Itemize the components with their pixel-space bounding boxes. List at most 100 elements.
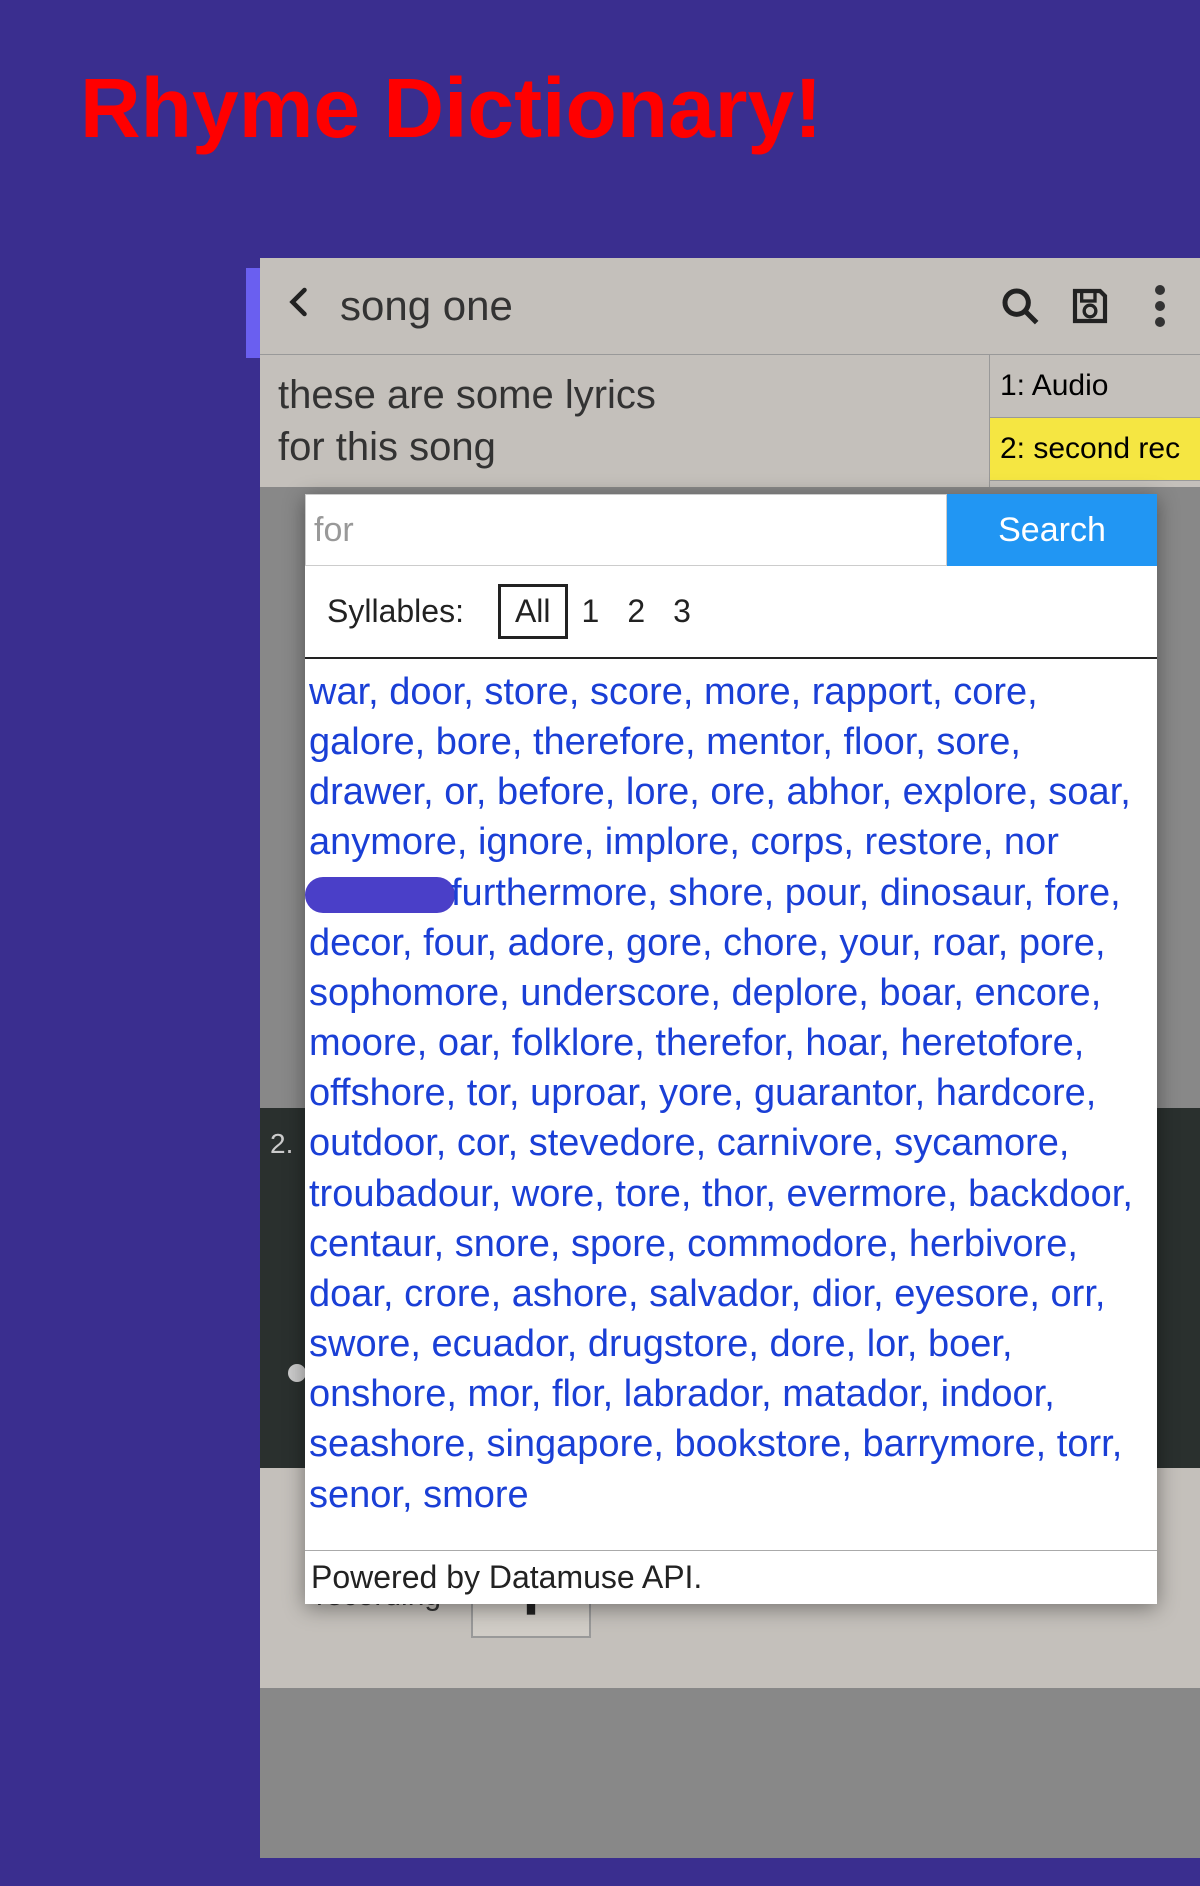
- rhyme-word[interactable]: backdoor: [968, 1173, 1122, 1215]
- rhyme-word[interactable]: core: [953, 671, 1027, 713]
- rhyme-word[interactable]: abhor: [786, 771, 881, 813]
- rhyme-word[interactable]: anymore: [309, 821, 457, 863]
- rhyme-word[interactable]: floor: [843, 721, 915, 763]
- rhyme-word[interactable]: outdoor: [309, 1122, 436, 1164]
- back-button[interactable]: [270, 281, 330, 331]
- rhyme-word[interactable]: ore: [710, 771, 765, 813]
- search-button[interactable]: Search: [947, 494, 1157, 566]
- rhyme-word[interactable]: or: [444, 771, 476, 813]
- rhyme-word[interactable]: sore: [936, 721, 1010, 763]
- rhyme-word[interactable]: deplore: [732, 972, 859, 1014]
- rhyme-word[interactable]: thor: [702, 1173, 765, 1215]
- syllable-filter-3[interactable]: 3: [659, 587, 705, 636]
- rhyme-word[interactable]: encore: [974, 972, 1090, 1014]
- rhyme-word[interactable]: evermore: [786, 1173, 947, 1215]
- rhyme-word[interactable]: rapport: [812, 671, 932, 713]
- syllable-filter-2[interactable]: 2: [613, 587, 659, 636]
- rhyme-word[interactable]: pour: [785, 872, 859, 914]
- rhyme-word[interactable]: your: [839, 922, 911, 964]
- rhyme-word[interactable]: heretofore: [901, 1022, 1074, 1064]
- rhyme-word[interactable]: adore: [508, 922, 605, 964]
- rhyme-word[interactable]: drawer: [309, 771, 423, 813]
- rhyme-word[interactable]: furthermore: [451, 872, 647, 914]
- rhyme-word[interactable]: sycamore: [894, 1122, 1059, 1164]
- rhyme-word[interactable]: offshore: [309, 1072, 446, 1114]
- rhyme-word[interactable]: labrador: [624, 1373, 761, 1415]
- rhyme-word[interactable]: ignore: [478, 821, 584, 863]
- rhyme-word[interactable]: seashore: [309, 1423, 465, 1465]
- rhyme-word[interactable]: singapore: [486, 1423, 653, 1465]
- rhyme-word[interactable]: boar: [879, 972, 953, 1014]
- rhyme-word[interactable]: swore: [309, 1323, 410, 1365]
- rhyme-word[interactable]: herbivore: [909, 1223, 1067, 1265]
- rhyme-word[interactable]: mentor: [706, 721, 822, 763]
- rhyme-word[interactable]: onshore: [309, 1373, 446, 1415]
- syllable-filter-1[interactable]: 1: [568, 587, 614, 636]
- rhyme-word[interactable]: door: [389, 671, 463, 713]
- more-menu-icon[interactable]: [1130, 276, 1190, 336]
- search-input[interactable]: [305, 494, 947, 566]
- rhyme-word[interactable]: more: [704, 671, 791, 713]
- rhyme-word[interactable]: commodore: [687, 1223, 888, 1265]
- rhyme-word[interactable]: war: [309, 671, 368, 713]
- rhyme-word[interactable]: corps: [750, 821, 843, 863]
- search-icon[interactable]: [990, 276, 1050, 336]
- rhyme-word[interactable]: smore: [423, 1474, 529, 1516]
- rhyme-word[interactable]: decor: [309, 922, 402, 964]
- rhyme-word[interactable]: cor: [457, 1122, 508, 1164]
- rhyme-word[interactable]: shore: [669, 872, 764, 914]
- rhyme-word[interactable]: wore: [512, 1173, 594, 1215]
- rhyme-word[interactable]: ashore: [512, 1273, 628, 1315]
- rhyme-word[interactable]: guarantor: [754, 1072, 915, 1114]
- rhyme-word[interactable]: folklore: [512, 1022, 635, 1064]
- rhyme-word[interactable]: sophomore: [309, 972, 499, 1014]
- rhyme-word[interactable]: yore: [659, 1072, 733, 1114]
- rhyme-word[interactable]: hoar: [805, 1022, 879, 1064]
- rhyme-word[interactable]: therefore: [533, 721, 685, 763]
- rhyme-word[interactable]: dinosaur: [880, 872, 1024, 914]
- rhyme-word[interactable]: therefor: [655, 1022, 784, 1064]
- rhyme-word[interactable]: crore: [404, 1273, 491, 1315]
- rhyme-word[interactable]: bore: [436, 721, 512, 763]
- rhyme-word[interactable]: orr: [1051, 1273, 1095, 1315]
- rhyme-word[interactable]: dore: [770, 1323, 846, 1365]
- rhyme-word[interactable]: indoor: [941, 1373, 1045, 1415]
- lyrics-text[interactable]: these are some lyrics for this song: [260, 355, 990, 487]
- rhyme-word[interactable]: lore: [626, 771, 689, 813]
- track-item[interactable]: 2: second rec: [990, 418, 1200, 481]
- rhyme-word[interactable]: gore: [626, 922, 702, 964]
- rhyme-word[interactable]: uproar: [530, 1072, 638, 1114]
- rhyme-word[interactable]: underscore: [520, 972, 710, 1014]
- rhyme-word[interactable]: nor: [1004, 821, 1059, 863]
- rhyme-word[interactable]: implore: [605, 821, 730, 863]
- rhyme-word[interactable]: lor: [867, 1323, 907, 1365]
- rhyme-word[interactable]: bookstore: [674, 1423, 841, 1465]
- rhyme-word[interactable]: doar: [309, 1273, 383, 1315]
- rhyme-word[interactable]: soar: [1048, 771, 1120, 813]
- rhyme-word[interactable]: flor: [552, 1373, 603, 1415]
- rhyme-word[interactable]: hardcore: [936, 1072, 1086, 1114]
- playhead-dot[interactable]: [288, 1364, 306, 1382]
- rhyme-word[interactable]: dior: [812, 1273, 873, 1315]
- rhyme-word[interactable]: roar: [932, 922, 997, 964]
- rhyme-word[interactable]: moore: [309, 1022, 417, 1064]
- rhyme-word[interactable]: carnivore: [717, 1122, 873, 1164]
- rhyme-word[interactable]: mor: [467, 1373, 530, 1415]
- track-item[interactable]: 1: Audio: [990, 355, 1200, 418]
- rhyme-word[interactable]: restore: [865, 821, 983, 863]
- rhyme-word[interactable]: eyesore: [894, 1273, 1029, 1315]
- rhyme-word[interactable]: spore: [571, 1223, 666, 1265]
- rhyme-word[interactable]: troubadour: [309, 1173, 491, 1215]
- rhyme-word[interactable]: tore: [615, 1173, 680, 1215]
- rhyme-word[interactable]: snore: [455, 1223, 550, 1265]
- rhyme-word[interactable]: torr: [1057, 1423, 1112, 1465]
- rhyme-word[interactable]: ecuador: [432, 1323, 567, 1365]
- rhyme-word[interactable]: drugstore: [588, 1323, 749, 1365]
- rhyme-word[interactable]: explore: [903, 771, 1028, 813]
- rhyme-word[interactable]: senor: [309, 1474, 402, 1516]
- rhyme-word[interactable]: chore: [723, 922, 818, 964]
- syllable-filter-all[interactable]: All: [498, 584, 568, 639]
- rhyme-word[interactable]: tor: [467, 1072, 509, 1114]
- rhyme-word[interactable]: matador: [782, 1373, 919, 1415]
- rhyme-word[interactable]: galore: [309, 721, 415, 763]
